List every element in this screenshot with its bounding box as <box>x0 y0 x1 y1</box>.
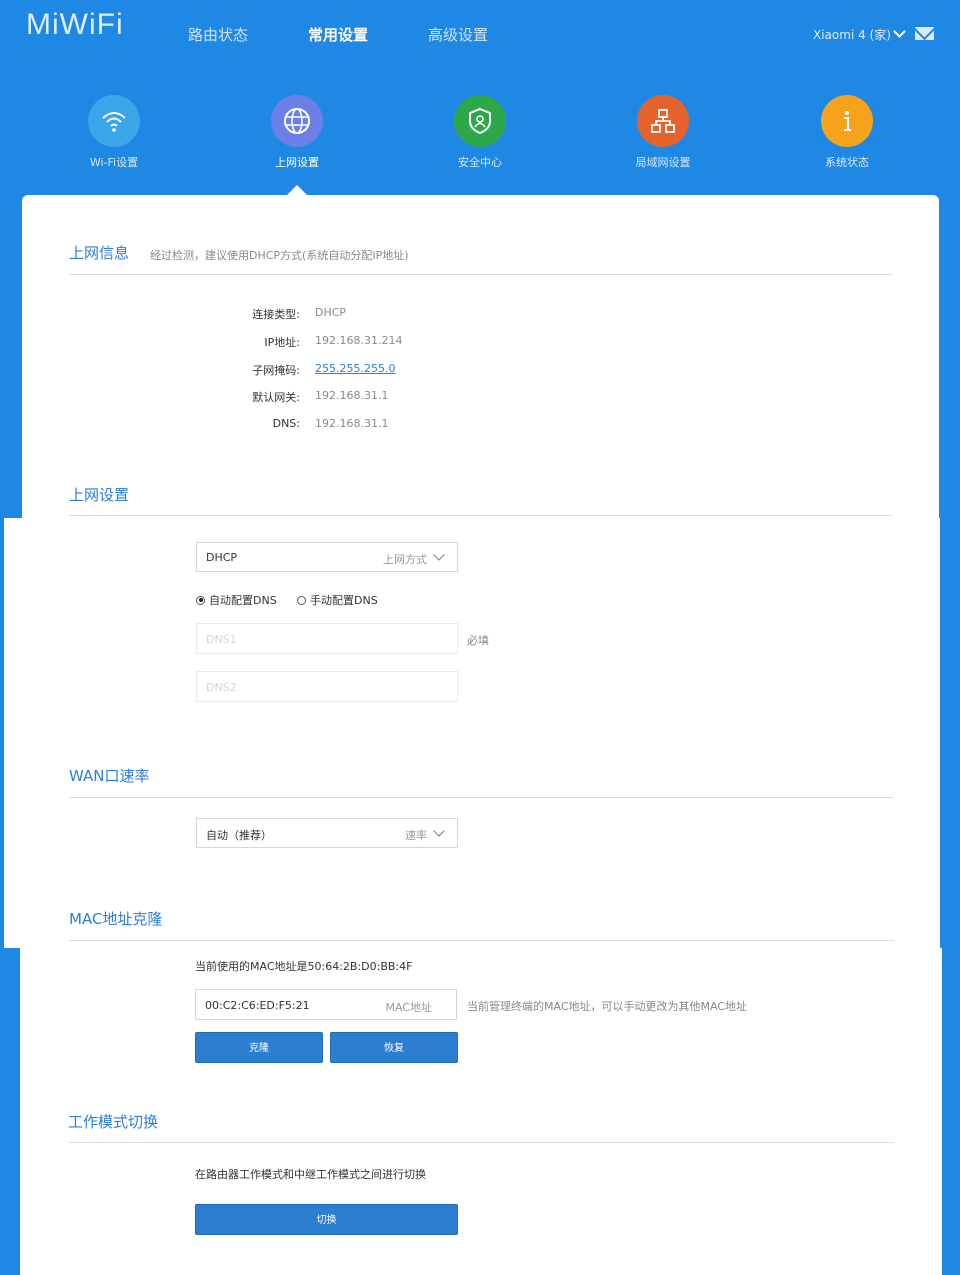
info-label-gateway: 默认网关: <box>252 391 300 404</box>
info-value-connection-type: DHCP <box>315 306 347 319</box>
section-title-wan: 上网设置 <box>69 486 130 504</box>
section-title-mac: MAC地址克隆 <box>69 910 163 928</box>
dns-manual-label: 手动配置DNS <box>310 594 378 607</box>
settings-card <box>22 195 939 1275</box>
globe-icon <box>271 95 323 147</box>
chevron-down-icon <box>893 25 906 38</box>
info-value-subnet-link[interactable]: 255.255.255.0 <box>315 362 395 375</box>
clone-button[interactable]: 克隆 <box>195 1032 323 1063</box>
tile-label: 局域网设置 <box>635 156 691 169</box>
dns-auto-option[interactable]: 自动配置DNS <box>196 592 277 608</box>
mode-description: 在路由器工作模式和中继工作模式之间进行切换 <box>195 1168 426 1181</box>
mac-input-value: 00:C2:C6:ED:F5:21 <box>205 999 310 1012</box>
info-label-connection-type: 连接类型: <box>252 308 300 321</box>
mail-icon[interactable] <box>915 27 934 40</box>
side-background <box>940 518 960 948</box>
device-menu[interactable]: Xiaomi 4 (家) <box>813 25 906 43</box>
device-name: Xiaomi 4 (家) <box>813 28 891 42</box>
side-background <box>0 948 20 1275</box>
wan-speed-value: 自动（推荐） <box>206 829 272 842</box>
info-label-subnet: 子网掩码: <box>252 364 300 377</box>
wan-speed-hint: 速率 <box>405 829 427 842</box>
current-mac-text: 当前使用的MAC地址是50:64:2B:D0:BB:4F <box>195 960 413 973</box>
section-title-mode: 工作模式切换 <box>68 1113 159 1131</box>
info-value-ip: 192.168.31.214 <box>315 334 403 347</box>
info-label-dns: DNS: <box>272 417 300 430</box>
radio-unchecked-icon[interactable] <box>297 595 306 605</box>
chevron-down-icon <box>433 549 445 561</box>
tile-lan-settings[interactable]: 局域网设置 <box>618 95 708 170</box>
dns2-placeholder: DNS2 <box>206 681 237 694</box>
nav-advanced-settings[interactable]: 高级设置 <box>428 24 488 45</box>
network-icon <box>637 95 689 147</box>
tile-label: 上网设置 <box>275 156 319 169</box>
radio-checked-icon[interactable] <box>196 595 205 605</box>
shield-icon <box>454 95 506 147</box>
dns1-required-note: 必填 <box>467 634 489 647</box>
tile-security-center[interactable]: 安全中心 <box>435 95 525 170</box>
wan-mode-hint: 上网方式 <box>383 553 427 566</box>
wifi-icon <box>88 95 140 147</box>
section-title-speed: WAN口速率 <box>69 767 150 785</box>
chevron-down-icon <box>433 825 445 837</box>
restore-button[interactable]: 恢复 <box>330 1032 458 1063</box>
wan-mode-value: DHCP <box>206 551 238 564</box>
tile-system-status[interactable]: 系统状态 <box>802 95 892 170</box>
side-background <box>942 948 960 1275</box>
divider <box>68 1142 894 1143</box>
tile-label: Wi-Fi设置 <box>89 156 139 169</box>
mac-input-hint: MAC地址 <box>385 1001 432 1014</box>
divider <box>69 274 892 275</box>
info-value-dns: 192.168.31.1 <box>315 417 389 430</box>
logo: MiWiFi <box>26 8 124 41</box>
info-label-ip: IP地址: <box>264 336 300 349</box>
wan-mode-select[interactable]: DHCP 上网方式 <box>196 542 458 572</box>
divider <box>69 797 893 798</box>
mac-address-input[interactable]: 00:C2:C6:ED:F5:21 MAC地址 <box>195 989 457 1020</box>
tile-internet-settings[interactable]: 上网设置 <box>252 95 342 170</box>
dns-manual-option[interactable]: 手动配置DNS <box>297 592 378 608</box>
dns1-placeholder: DNS1 <box>206 633 237 646</box>
info-value-gateway: 192.168.31.1 <box>315 389 389 402</box>
wan-speed-select[interactable]: 自动（推荐） 速率 <box>196 818 458 848</box>
tile-wifi-settings[interactable]: Wi-Fi设置 <box>69 95 159 170</box>
divider <box>69 940 894 941</box>
section-subtitle-info: 经过检测，建议使用DHCP方式(系统自动分配IP地址) <box>150 249 409 262</box>
dns2-input[interactable]: DNS2 <box>196 671 458 702</box>
info-icon <box>821 95 873 147</box>
nav-common-settings[interactable]: 常用设置 <box>308 24 368 45</box>
dns-auto-label: 自动配置DNS <box>209 594 277 607</box>
dns1-input[interactable]: DNS1 <box>196 623 458 654</box>
active-tile-pointer <box>287 185 307 195</box>
nav-router-status[interactable]: 路由状态 <box>188 24 248 45</box>
section-title-info: 上网信息 <box>69 244 130 262</box>
mac-help-text: 当前管理终端的MAC地址，可以手动更改为其他MAC地址 <box>467 1000 748 1013</box>
switch-mode-button[interactable]: 切换 <box>195 1204 458 1235</box>
tile-label: 系统状态 <box>825 156 869 169</box>
tile-label: 安全中心 <box>458 156 502 169</box>
divider <box>69 515 892 516</box>
side-background <box>0 518 4 948</box>
